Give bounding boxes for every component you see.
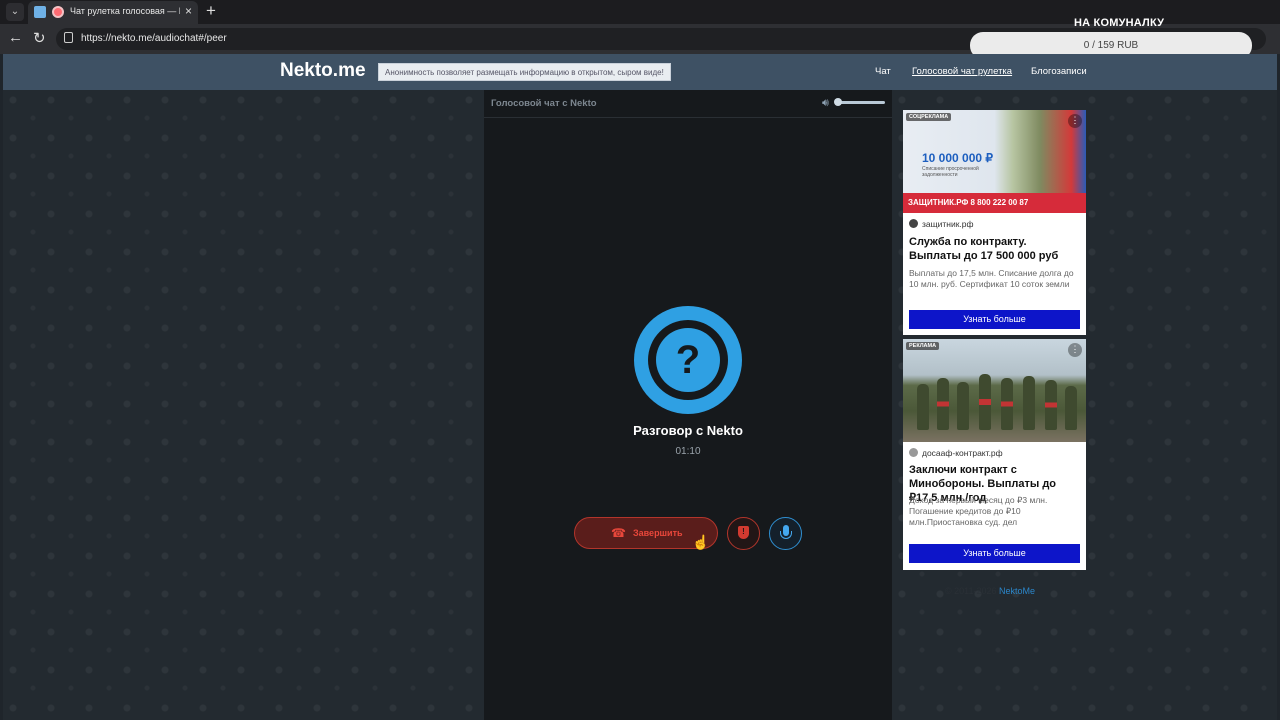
shield-exclamation-icon: ! [742,527,745,536]
soldier-figure [1045,380,1057,430]
ad-2-badge: РЕКЛАМА [906,342,940,350]
phone-hangup-icon: ☎ [611,526,626,540]
site-header: Nekto.me Анонимность позволяет размещать… [3,54,1277,90]
call-peer-name: Разговор с Nekto [633,423,743,438]
recording-favicon-icon [52,6,64,18]
soldier-figure [917,384,929,430]
footer-link[interactable]: NektoMe [999,586,1035,596]
ad-1-more-options-icon[interactable]: ⋮ [1068,114,1082,128]
ad-1-source-icon [909,219,918,228]
tab-list-chevron-icon[interactable]: ⌄ [6,3,24,21]
ad-1-image-subtext: Списание просроченной задолженности [922,166,979,178]
panel-title: Голосовой чат с Nekto [491,98,597,109]
nav-link-chat[interactable]: Чат [875,66,891,77]
mouse-pointer-hand-icon: ☝ [692,534,710,550]
report-button[interactable]: ! [727,517,760,550]
end-call-label: Завершить [633,528,683,538]
reload-icon[interactable]: ↻ [33,29,46,47]
ad-1-image-band: ЗАЩИТНИК.РФ 8 800 222 00 87 [903,193,1086,213]
ad-1-image-amount: 10 000 000 ₽ [922,151,994,165]
donation-goal-title: НА КОМУНАЛКУ [1074,17,1165,29]
tab-close-icon[interactable]: × [185,4,192,18]
ad-2-source-icon [909,448,918,457]
browser-tab[interactable]: Чат рулетка голосовая — N × [28,1,198,24]
ad-1-source-text: защитник.рф [922,219,974,229]
peer-avatar: ? [634,306,742,414]
volume-icon[interactable]: 🔊︎ [822,97,829,110]
ad-2-image[interactable]: РЕКЛАМА ⋮ [903,339,1086,442]
soldier-figure [1001,378,1013,430]
microphone-stand-icon [780,531,792,539]
ad-2-source-text: досааф-контракт.рф [922,448,1003,458]
extension-favicon-icon [34,6,46,18]
ad-banner-2[interactable]: РЕКЛАМА ⋮ досааф-контракт.рф Заключи кон… [903,339,1086,570]
soldier-figure [1065,386,1077,430]
soldier-figure [1023,376,1035,430]
url-text[interactable]: https://nekto.me/audiochat#/peer [81,33,227,44]
voice-chat-panel: Голосовой чат с Nekto 🔊︎ ? Разговор с Ne… [484,90,892,720]
ad-1-learn-more-button[interactable]: Узнать больше [909,310,1080,329]
ad-2-more-options-icon[interactable]: ⋮ [1068,343,1082,357]
ad-1-source[interactable]: защитник.рф [909,219,974,229]
nav-link-voice-chat[interactable]: Голосовой чат рулетка [912,66,1012,77]
ad-2-description: Доход за первый месяц до ₽3 млн. Погашен… [909,495,1048,527]
nav-link-blog[interactable]: Блогозаписи [1031,66,1087,77]
new-tab-icon[interactable]: + [206,1,216,21]
background-pattern-left [3,90,484,720]
ad-1-headline[interactable]: Служба по контракту. Выплаты до 17 500 0… [909,235,1081,263]
back-arrow-icon[interactable]: ← [8,29,23,46]
soldier-figure [937,378,949,430]
ad-2-learn-more-button[interactable]: Узнать больше [909,544,1080,563]
site-logo[interactable]: Nekto.me [280,60,366,82]
ad-1-description: Выплаты до 17,5 млн. Списание долга до 1… [909,268,1074,289]
ad-1-image[interactable]: 10 000 000 ₽ Списание просроченной задол… [903,110,1086,213]
shield-icon: ! [738,526,749,539]
copyright-text: © 2011-2026 [945,586,997,596]
ad-1-band-text: ЗАЩИТНИК.РФ 8 800 222 00 87 [908,198,1029,207]
site-tagline: Анонимность позволяет размещать информац… [378,63,671,81]
footer-copyright: © 2011-2026 NektoMe [945,586,1035,596]
ad-2-source[interactable]: досааф-контракт.рф [909,448,1003,458]
ad-banner-1[interactable]: 10 000 000 ₽ Списание просроченной задол… [903,110,1086,335]
site-info-lock-icon[interactable] [64,32,73,43]
ad-1-badge: СОЦРЕКЛАМА [906,113,952,121]
panel-header: Голосовой чат с Nekto 🔊︎ [484,90,892,118]
unknown-user-question-icon: ? [656,328,720,392]
soldier-figure [979,374,991,430]
volume-slider-handle[interactable] [834,98,842,106]
call-timer: 01:10 [675,446,701,457]
soldier-figure [957,382,969,430]
peer-avatar-ring: ? [648,320,728,400]
microphone-toggle-button[interactable] [769,517,802,550]
donation-progress-text: 0 / 159 RUB [1083,40,1139,51]
volume-slider[interactable] [836,101,885,104]
tab-title: Чат рулетка голосовая — N [70,6,180,16]
